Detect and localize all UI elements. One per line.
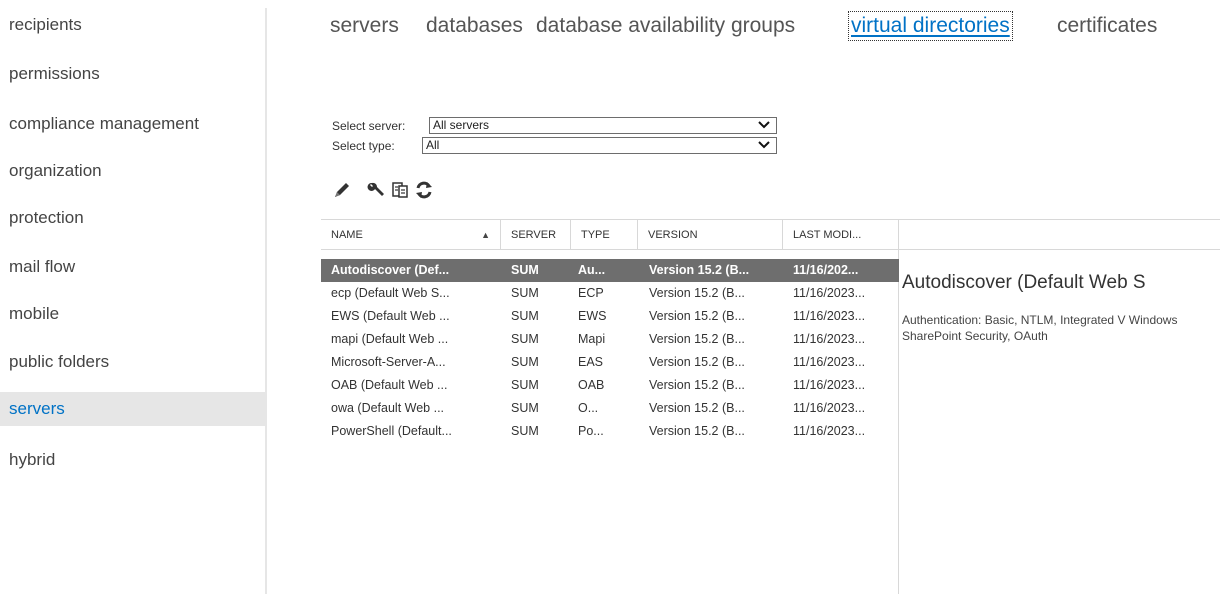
cell-type: EAS bbox=[578, 355, 604, 369]
configure-wrench-icon bbox=[367, 182, 384, 196]
cell-last-modified: 11/16/2023... bbox=[793, 309, 866, 323]
select-type-value: All bbox=[426, 138, 440, 152]
select-type-label: Select type: bbox=[332, 139, 395, 153]
nav-item-permissions[interactable]: permissions bbox=[0, 57, 265, 91]
cell-last-modified: 11/16/2023... bbox=[793, 332, 866, 346]
cell-server: SUM bbox=[511, 401, 539, 415]
cell-last-modified: 11/16/2023... bbox=[793, 378, 866, 392]
cell-version: Version 15.2 (B... bbox=[649, 378, 745, 392]
nav-item-protection[interactable]: protection bbox=[0, 201, 265, 235]
nav-item-recipients[interactable]: recipients bbox=[0, 8, 265, 42]
cell-version: Version 15.2 (B... bbox=[649, 355, 745, 369]
nav-item-organization[interactable]: organization bbox=[0, 154, 265, 188]
cell-last-modified: 11/16/2023... bbox=[793, 401, 866, 415]
details-title: Autodiscover (Default Web S bbox=[902, 272, 1146, 293]
nav-item-hybrid[interactable]: hybrid bbox=[0, 443, 265, 477]
refresh-button[interactable] bbox=[414, 180, 436, 200]
nav-item-compliance-management[interactable]: compliance management bbox=[0, 107, 265, 141]
edit-button[interactable] bbox=[332, 180, 354, 200]
cell-server: SUM bbox=[511, 355, 539, 369]
cell-last-modified: 11/16/2023... bbox=[793, 355, 866, 369]
cell-server: SUM bbox=[511, 378, 539, 392]
cell-server: SUM bbox=[511, 332, 539, 346]
table-header: NAME ▲ SERVER TYPE VERSION LAST MODI... bbox=[321, 219, 1220, 250]
tab-database-availability-groups[interactable]: database availability groups bbox=[536, 12, 795, 40]
cell-name: mapi (Default Web ... bbox=[331, 332, 449, 346]
cell-server: SUM bbox=[511, 263, 539, 277]
tab-databases[interactable]: databases bbox=[426, 12, 523, 40]
sidebar-divider bbox=[265, 8, 267, 594]
column-header-last-modified[interactable]: LAST MODI... bbox=[783, 220, 899, 250]
cell-name: OAB (Default Web ... bbox=[331, 378, 448, 392]
refresh-icon bbox=[416, 181, 432, 199]
cell-last-modified: 11/16/202... bbox=[793, 263, 859, 277]
select-server-dropdown[interactable]: All servers bbox=[429, 117, 777, 134]
column-header-name-label: NAME bbox=[331, 229, 363, 241]
edit-pencil-icon bbox=[335, 183, 349, 197]
table-row[interactable]: PowerShell (Default... SUM Po... Version… bbox=[321, 420, 899, 443]
left-navigation: recipients permissions compliance manage… bbox=[0, 0, 265, 594]
table-row[interactable]: mapi (Default Web ... SUM Mapi Version 1… bbox=[321, 328, 899, 351]
select-type-dropdown[interactable]: All bbox=[422, 137, 777, 154]
column-header-type[interactable]: TYPE bbox=[571, 220, 638, 250]
cell-type: Mapi bbox=[578, 332, 606, 346]
table-row[interactable]: ecp (Default Web S... SUM ECP Version 15… bbox=[321, 282, 899, 305]
cell-type: Po... bbox=[578, 424, 604, 438]
cell-name: Microsoft-Server-A... bbox=[331, 355, 446, 369]
column-header-server[interactable]: SERVER bbox=[501, 220, 571, 250]
cell-version: Version 15.2 (B... bbox=[649, 332, 745, 346]
cell-version: Version 15.2 (B... bbox=[649, 401, 745, 415]
cell-last-modified: 11/16/2023... bbox=[793, 424, 866, 438]
nav-item-mobile[interactable]: mobile bbox=[0, 297, 265, 331]
cell-server: SUM bbox=[511, 424, 539, 438]
tab-certificates[interactable]: certificates bbox=[1057, 12, 1157, 40]
table-row[interactable]: owa (Default Web ... SUM O... Version 15… bbox=[321, 397, 899, 420]
column-header-name[interactable]: NAME ▲ bbox=[321, 220, 501, 250]
select-server-label: Select server: bbox=[332, 119, 406, 133]
cell-type: Au... bbox=[578, 263, 606, 277]
column-header-version[interactable]: VERSION bbox=[638, 220, 783, 250]
cell-server: SUM bbox=[511, 309, 539, 323]
cell-version: Version 15.2 (B... bbox=[649, 424, 745, 438]
chevron-down-icon bbox=[758, 141, 770, 149]
cell-type: EWS bbox=[578, 309, 607, 323]
table-row[interactable]: OAB (Default Web ... SUM OAB Version 15.… bbox=[321, 374, 899, 397]
cell-name: ecp (Default Web S... bbox=[331, 286, 450, 300]
configure-button[interactable] bbox=[366, 180, 388, 200]
cell-version: Version 15.2 (B... bbox=[649, 263, 750, 277]
cell-version: Version 15.2 (B... bbox=[649, 309, 745, 323]
table-row[interactable]: EWS (Default Web ... SUM EWS Version 15.… bbox=[321, 305, 899, 328]
nav-item-mail-flow[interactable]: mail flow bbox=[0, 250, 265, 284]
cell-type: ECP bbox=[578, 286, 604, 300]
cell-last-modified: 11/16/2023... bbox=[793, 286, 866, 300]
cell-type: O... bbox=[578, 401, 599, 415]
cell-version: Version 15.2 (B... bbox=[649, 286, 745, 300]
nav-item-servers[interactable]: servers bbox=[0, 392, 265, 426]
cell-type: OAB bbox=[578, 378, 605, 392]
details-authentication-text: Authentication: Basic, NTLM, Integrated … bbox=[902, 313, 1178, 343]
cell-name: Autodiscover (Def... bbox=[331, 263, 450, 277]
reset-document-icon bbox=[392, 182, 408, 198]
cell-name: EWS (Default Web ... bbox=[331, 309, 450, 323]
cell-name: owa (Default Web ... bbox=[331, 401, 445, 415]
reset-button[interactable] bbox=[390, 180, 412, 200]
cell-name: PowerShell (Default... bbox=[331, 424, 452, 438]
tab-servers[interactable]: servers bbox=[330, 12, 399, 40]
chevron-down-icon bbox=[758, 121, 770, 129]
select-server-value: All servers bbox=[433, 118, 490, 132]
table-row[interactable]: Autodiscover (Def... SUM Au... Version 1… bbox=[321, 259, 899, 282]
tab-virtual-directories[interactable]: virtual directories bbox=[848, 11, 1013, 41]
sort-ascending-icon: ▲ bbox=[481, 230, 490, 240]
table-row[interactable]: Microsoft-Server-A... SUM EAS Version 15… bbox=[321, 351, 899, 374]
cell-server: SUM bbox=[511, 286, 539, 300]
nav-item-public-folders[interactable]: public folders bbox=[0, 345, 265, 379]
